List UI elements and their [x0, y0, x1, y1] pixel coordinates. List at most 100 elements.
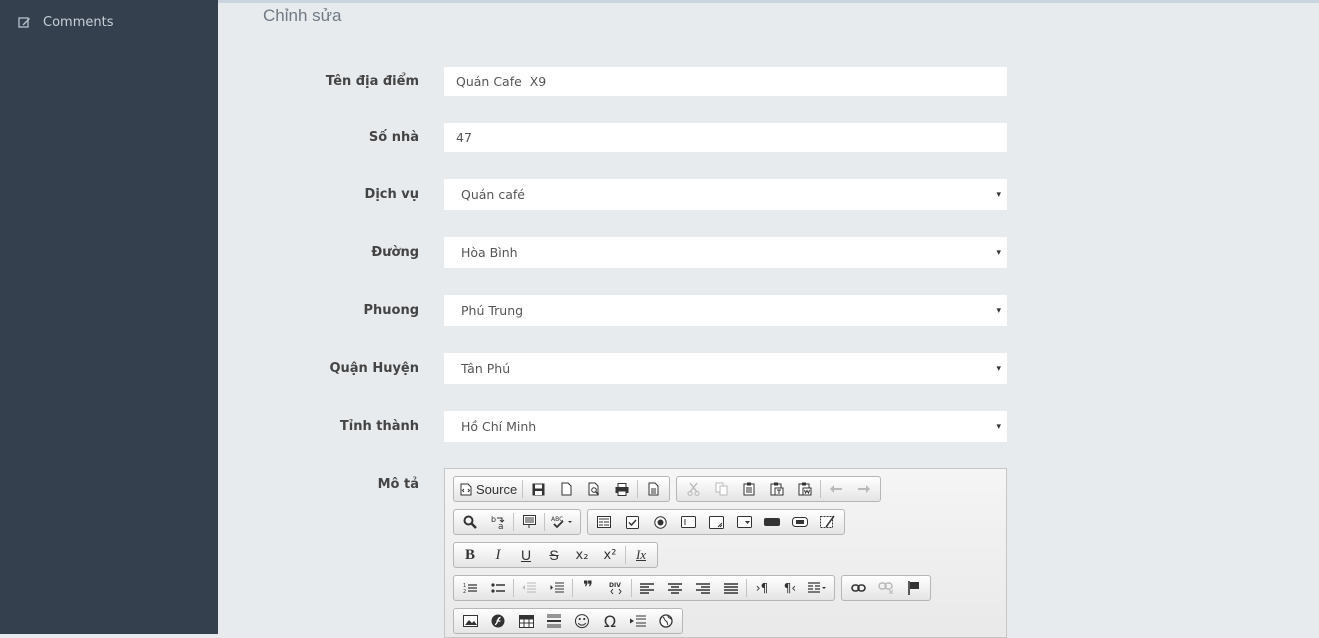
flag-icon: [908, 581, 919, 595]
text-field-button[interactable]: [674, 510, 702, 534]
select-field-icon: [736, 516, 752, 528]
separator: [513, 513, 514, 531]
phuong-value: Phú Trung: [461, 303, 524, 318]
source-label: Source: [476, 481, 518, 497]
textarea-button[interactable]: [702, 510, 730, 534]
paste-icon: [743, 482, 755, 496]
so-nha-input[interactable]: 47: [444, 123, 1007, 152]
align-left-button[interactable]: [633, 576, 661, 600]
rtl-button[interactable]: ¶‹: [776, 576, 804, 600]
iframe-button[interactable]: [652, 609, 680, 633]
quan-huyen-select[interactable]: Tân Phú ▾: [444, 353, 1007, 384]
link-button[interactable]: [844, 576, 872, 600]
form-icon: [597, 516, 611, 528]
sidebar-item-comments[interactable]: Comments: [0, 8, 218, 36]
label-dich-vu: Dịch vụ: [364, 187, 419, 202]
replace-button[interactable]: ba: [484, 510, 512, 534]
anchor-button[interactable]: [900, 576, 928, 600]
dich-vu-select[interactable]: Quán café ▾: [444, 179, 1007, 210]
underline-button[interactable]: U: [512, 543, 540, 567]
new-page-button[interactable]: [552, 477, 580, 501]
preview-icon: [588, 482, 599, 496]
blockquote-button[interactable]: ❞: [574, 576, 602, 600]
justify-button[interactable]: [717, 576, 745, 600]
table-icon: [518, 614, 534, 628]
so-nha-value: 47: [456, 130, 472, 145]
select-all-button[interactable]: [515, 510, 543, 534]
flash-icon: [491, 614, 505, 628]
paste-text-button[interactable]: [763, 477, 791, 501]
cut-button[interactable]: [679, 477, 707, 501]
select-field-button[interactable]: [730, 510, 758, 534]
bulleted-list-button[interactable]: [484, 576, 512, 600]
description-editor[interactable]: Source b a ABC B I U S x₂ x² Ix 1 2 ❞ DI…: [444, 468, 1007, 638]
replace-icon: ba: [491, 515, 505, 530]
tinh-thanh-select[interactable]: Hồ Chí Minh ▾: [444, 411, 1007, 442]
subscript-button[interactable]: x₂: [568, 543, 596, 567]
toolbar-row-2: ba ABC: [453, 509, 845, 537]
indent-button[interactable]: [543, 576, 571, 600]
toolbar-row-1: Source: [453, 476, 882, 504]
hidden-field-button[interactable]: [814, 510, 842, 534]
chevron-down-icon: ▾: [996, 189, 1001, 200]
toolbar-row-4: 12 ❞ DIV ›¶ ¶‹: [453, 575, 931, 603]
duong-select[interactable]: Hòa Bình ▾: [444, 237, 1007, 268]
spellcheck-button[interactable]: ABC: [546, 510, 578, 534]
bold-button[interactable]: B: [456, 543, 484, 567]
image-button-field-button[interactable]: [786, 510, 814, 534]
link-icon: [850, 584, 866, 592]
unlink-icon: [878, 582, 894, 594]
undo-icon: [830, 485, 843, 493]
strikethrough-button[interactable]: S: [540, 543, 568, 567]
bulleted-list-icon: [491, 583, 505, 593]
outdent-button[interactable]: [515, 576, 543, 600]
remove-format-button[interactable]: Ix: [627, 543, 655, 567]
numbered-list-button[interactable]: 12: [456, 576, 484, 600]
search-icon: [463, 515, 477, 529]
button-field-button[interactable]: [758, 510, 786, 534]
svg-text:DIV: DIV: [609, 582, 621, 589]
flash-button[interactable]: [484, 609, 512, 633]
svg-text:a: a: [498, 522, 504, 530]
create-div-icon: DIV: [609, 582, 622, 595]
form-button[interactable]: [590, 510, 618, 534]
separator: [746, 579, 747, 597]
checkbox-button[interactable]: [618, 510, 646, 534]
paste-word-button[interactable]: [791, 477, 819, 501]
ten-dia-diem-input[interactable]: Quán Cafe X9: [444, 67, 1007, 96]
save-button[interactable]: [524, 477, 552, 501]
align-center-button[interactable]: [661, 576, 689, 600]
italic-button[interactable]: I: [484, 543, 512, 567]
paste-word-icon: [798, 482, 812, 496]
ten-dia-diem-value: Quán Cafe X9: [456, 74, 547, 89]
templates-icon: [648, 482, 659, 496]
redo-button[interactable]: [850, 477, 878, 501]
page-break-button[interactable]: [624, 609, 652, 633]
label-phuong: Phuong: [363, 303, 419, 318]
create-div-button[interactable]: DIV: [602, 576, 630, 600]
radio-button[interactable]: [646, 510, 674, 534]
image-button[interactable]: [456, 609, 484, 633]
superscript-button[interactable]: x²: [596, 543, 624, 567]
ltr-button[interactable]: ›¶: [748, 576, 776, 600]
find-button[interactable]: [456, 510, 484, 534]
unlink-button[interactable]: [872, 576, 900, 600]
label-mo-ta: Mô tả: [377, 477, 419, 492]
copy-button[interactable]: [707, 477, 735, 501]
phuong-select[interactable]: Phú Trung ▾: [444, 295, 1007, 326]
horizontal-rule-button[interactable]: [540, 609, 568, 633]
smiley-button[interactable]: ☺: [568, 609, 596, 633]
align-right-button[interactable]: [689, 576, 717, 600]
table-button[interactable]: [512, 609, 540, 633]
duong-value: Hòa Bình: [461, 245, 518, 260]
language-button[interactable]: [804, 576, 832, 600]
templates-button[interactable]: [639, 477, 667, 501]
paste-button[interactable]: [735, 477, 763, 501]
toolbar-row-3: B I U S x₂ x² Ix: [453, 542, 658, 570]
source-button[interactable]: Source: [456, 477, 521, 501]
preview-button[interactable]: [580, 477, 608, 501]
print-button[interactable]: [608, 477, 636, 501]
undo-button[interactable]: [822, 477, 850, 501]
chevron-down-icon: ▾: [996, 305, 1001, 316]
special-char-button[interactable]: Ω: [596, 609, 624, 633]
